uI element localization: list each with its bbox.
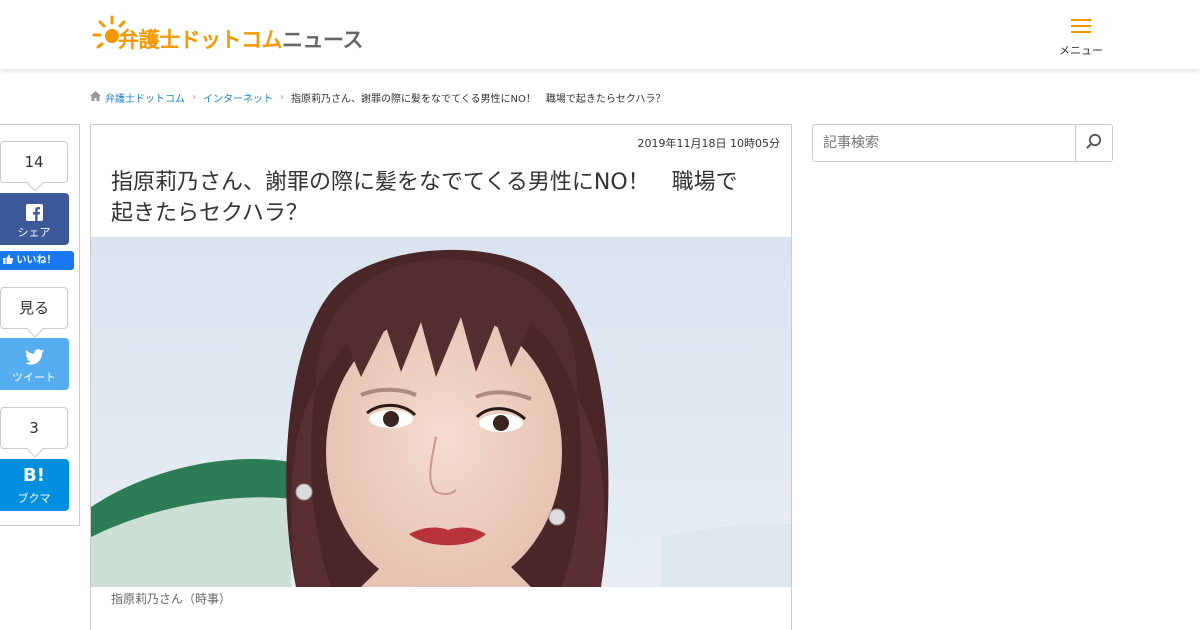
article-title-line2: 起きたらセクハラ？ xyxy=(111,201,308,226)
breadcrumb: 弁護士ドットコム › インターネット › 指原莉乃さん、謝罪の際に髪をなでてくる… xyxy=(90,90,665,105)
menu-label: メニュー xyxy=(1059,44,1103,57)
hatena-bookmark-label: ブクマ xyxy=(17,492,51,505)
article-card: 2019年11月18日 10時05分 指原莉乃さん、謝罪の際に髪をなでてくる男性… xyxy=(90,124,792,630)
tweet-button[interactable]: ツイート xyxy=(0,338,69,390)
hatena-bookmark-count: 3 xyxy=(0,407,68,449)
facebook-share-button[interactable]: シェア xyxy=(0,193,69,245)
twitter-count: 見る xyxy=(0,287,68,329)
breadcrumb-home-link[interactable]: 弁護士ドットコム xyxy=(105,90,185,105)
site-header: 弁護士ドットコムニュース メニュー xyxy=(0,0,1200,69)
twitter-icon xyxy=(0,349,69,365)
facebook-share-label: シェア xyxy=(17,226,51,239)
hatena-icon: B! xyxy=(23,465,45,486)
site-logo[interactable]: 弁護士ドットコムニュース xyxy=(92,12,363,56)
logo-text-news: ニュース xyxy=(282,28,363,52)
chevron-right-icon: › xyxy=(192,92,196,103)
facebook-share-count: 14 xyxy=(0,141,68,183)
search-icon xyxy=(1086,133,1102,153)
hatena-bookmark-button[interactable]: B! ブクマ xyxy=(0,459,69,511)
article-title-line1: 指原莉乃さん、謝罪の際に髪をなでてくる男性にNO！ 職場で xyxy=(111,170,738,195)
search-input[interactable] xyxy=(813,125,1076,161)
tweet-label: ツイート xyxy=(12,371,56,384)
article-title: 指原莉乃さん、謝罪の際に髪をなでてくる男性にNO！ 職場で 起きたらセクハラ？ xyxy=(111,167,771,229)
search-button[interactable] xyxy=(1075,125,1112,161)
chevron-right-icon: › xyxy=(280,92,284,103)
like-thumb-icon xyxy=(3,254,16,266)
breadcrumb-category-link[interactable]: インターネット xyxy=(203,90,273,105)
facebook-icon xyxy=(0,204,69,221)
facebook-like-button[interactable]: いいね！ xyxy=(0,251,74,270)
publish-date: 2019年11月18日 10時05分 xyxy=(637,137,780,150)
share-column: 14 シェア いいね！ 見る ツイート 3 B! ブクマ xyxy=(0,124,80,526)
menu-button[interactable]: メニュー xyxy=(1056,17,1106,57)
breadcrumb-current: 指原莉乃さん、謝罪の際に髪をなでてくる男性にNO！ 職場で起きたらセクハラ？ xyxy=(291,94,666,105)
article-photo xyxy=(91,237,791,587)
facebook-like-label: いいね！ xyxy=(16,255,57,266)
logo-text: 弁護士ドットコムニュース xyxy=(118,24,363,54)
sun-logo-icon xyxy=(92,14,132,54)
logo-text-brand: 弁護士ドットコム xyxy=(118,28,283,52)
home-icon xyxy=(90,91,101,104)
hamburger-icon xyxy=(1071,19,1091,33)
photo-caption: 指原莉乃さん（時事） xyxy=(111,592,232,606)
search-box xyxy=(812,124,1113,162)
